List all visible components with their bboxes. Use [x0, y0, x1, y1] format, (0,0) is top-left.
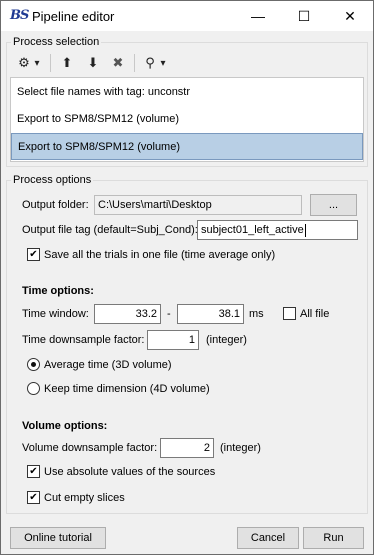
- process-options-title: Process options: [11, 174, 94, 186]
- title-bar: BS Pipeline editor — ☐ ✕: [1, 1, 373, 31]
- chevron-down-icon[interactable]: ▾: [32, 53, 42, 73]
- output-tag-value: subject01_left_active: [201, 224, 304, 236]
- absolute-values-label: Use absolute values of the sources: [44, 466, 216, 478]
- time-start-input[interactable]: 33.2: [94, 304, 161, 324]
- time-downsample-label: Time downsample factor:: [22, 334, 145, 346]
- cancel-button[interactable]: Cancel: [237, 527, 299, 549]
- radio-selected-dot: [31, 362, 36, 367]
- move-down-icon[interactable]: ⬇: [84, 53, 102, 73]
- pipeline-editor-window: BS Pipeline editor — ☐ ✕ Process selecti…: [0, 0, 374, 555]
- close-icon[interactable]: ✕: [327, 1, 373, 31]
- output-folder-field: C:\Users\marti\Desktop: [94, 195, 302, 215]
- time-end-input[interactable]: 38.1: [177, 304, 244, 324]
- output-folder-label: Output folder:: [22, 199, 89, 211]
- save-trials-label: Save all the trials in one file (time av…: [44, 249, 276, 261]
- chevron-down-icon[interactable]: ▾: [158, 53, 168, 73]
- list-item[interactable]: Select file names with tag: unconstr: [11, 79, 363, 106]
- gear-icon[interactable]: ⚙: [16, 53, 32, 73]
- time-window-label: Time window:: [22, 308, 89, 320]
- keep-time-label: Keep time dimension (4D volume): [44, 383, 210, 395]
- run-button[interactable]: Run: [303, 527, 364, 549]
- time-downsample-unit: (integer): [206, 334, 247, 346]
- time-options-title: Time options:: [22, 285, 94, 297]
- app-icon: BS: [10, 8, 29, 23]
- toolbar-separator: [134, 54, 135, 72]
- volume-options-title: Volume options:: [22, 420, 108, 432]
- volume-downsample-input[interactable]: 2: [160, 438, 214, 458]
- browse-folder-button[interactable]: ...: [310, 194, 357, 216]
- volume-downsample-label: Volume downsample factor:: [22, 442, 158, 454]
- minimize-icon[interactable]: —: [235, 1, 281, 31]
- list-item[interactable]: Export to SPM8/SPM12 (volume): [11, 106, 363, 133]
- average-time-radio[interactable]: [27, 358, 40, 371]
- output-tag-field[interactable]: subject01_left_active: [197, 220, 358, 240]
- maximize-icon[interactable]: ☐: [281, 1, 327, 31]
- save-trials-checkbox[interactable]: ✔: [27, 248, 40, 261]
- time-unit-label: ms: [249, 308, 264, 320]
- keep-time-radio[interactable]: [27, 382, 40, 395]
- time-downsample-input[interactable]: 1: [147, 330, 199, 350]
- absolute-values-checkbox[interactable]: ✔: [27, 465, 40, 478]
- all-file-checkbox[interactable]: [283, 307, 296, 320]
- time-range-dash: -: [167, 308, 171, 320]
- process-toolbar: ⚙ ▾ ⬆ ⬇ ✖ ⚲ ▾: [10, 49, 364, 77]
- volume-downsample-unit: (integer): [220, 442, 261, 454]
- move-up-icon[interactable]: ⬆: [58, 53, 76, 73]
- process-list[interactable]: Select file names with tag: unconstr Exp…: [10, 77, 364, 162]
- delete-icon[interactable]: ✖: [109, 53, 127, 73]
- process-tree-icon[interactable]: ⚲: [142, 53, 158, 73]
- cut-empty-slices-checkbox[interactable]: ✔: [27, 491, 40, 504]
- all-file-label: All file: [300, 308, 330, 320]
- online-tutorial-button[interactable]: Online tutorial: [10, 527, 106, 549]
- text-caret: [304, 223, 306, 237]
- cut-empty-slices-label: Cut empty slices: [44, 492, 125, 504]
- list-item[interactable]: Export to SPM8/SPM12 (volume): [11, 133, 363, 160]
- toolbar-separator: [50, 54, 51, 72]
- output-tag-label: Output file tag (default=Subj_Cond):: [22, 224, 198, 236]
- average-time-label: Average time (3D volume): [44, 359, 172, 371]
- process-selection-title: Process selection: [11, 36, 102, 48]
- window-title: Pipeline editor: [32, 9, 115, 24]
